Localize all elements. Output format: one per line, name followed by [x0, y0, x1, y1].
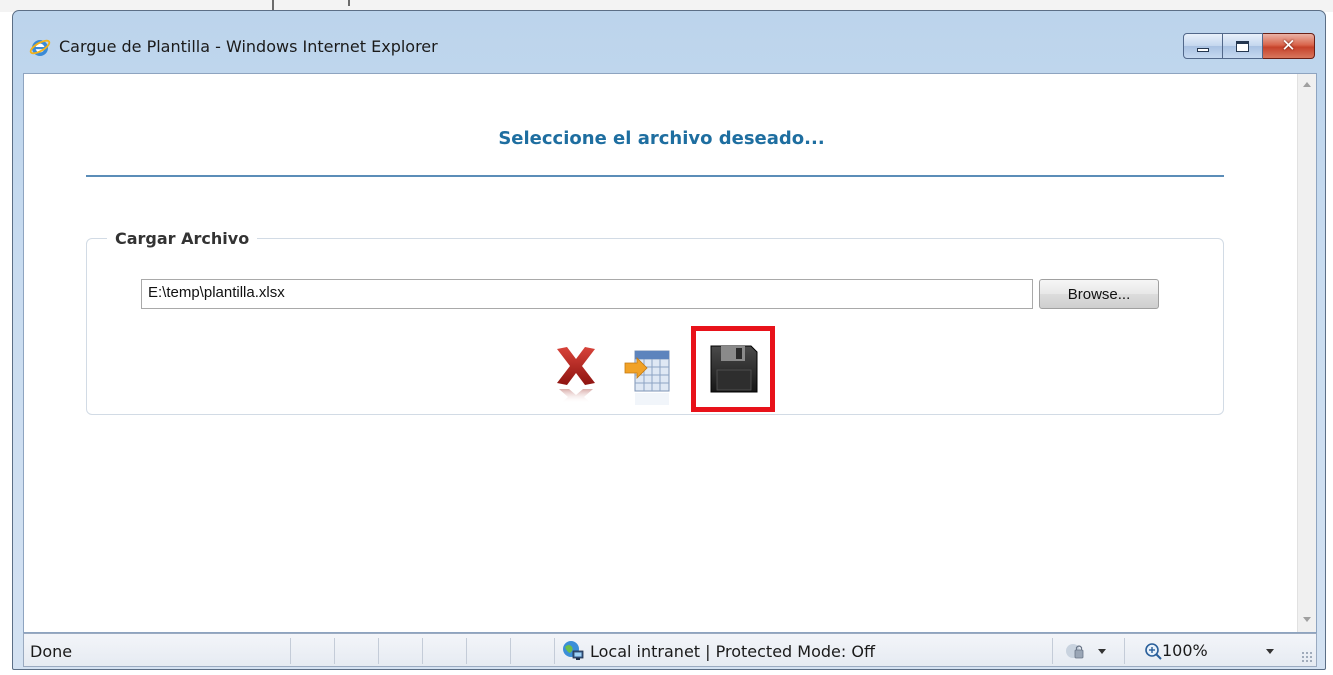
status-separator: [334, 638, 335, 664]
internet-explorer-icon: [29, 39, 51, 56]
table-arrow-icon[interactable]: [623, 349, 673, 407]
status-separator: [510, 638, 511, 664]
scroll-up-icon[interactable]: [1303, 82, 1311, 87]
page-content: Seleccione el archivo deseado... Cargar …: [23, 73, 1317, 633]
vertical-scrollbar[interactable]: [1297, 74, 1316, 632]
minimize-button[interactable]: [1183, 33, 1223, 59]
zoom-icon[interactable]: [1144, 642, 1162, 660]
save-highlight-box: [691, 326, 775, 412]
zoom-level[interactable]: 100%: [1162, 641, 1208, 660]
status-separator: [378, 638, 379, 664]
security-dropdown-icon[interactable]: [1098, 649, 1106, 654]
resize-grip[interactable]: [1301, 651, 1313, 663]
status-separator: [422, 638, 423, 664]
window-title: Cargue de Plantilla - Windows Internet E…: [59, 37, 438, 56]
ie-window: Cargue de Plantilla - Windows Internet E…: [12, 10, 1326, 670]
close-button[interactable]: ✕: [1263, 33, 1315, 59]
status-bar: Done Local intranet | Protected Mode: Of…: [23, 633, 1317, 667]
caption-buttons: ✕: [1183, 33, 1315, 59]
file-path-input[interactable]: E:\temp\plantilla.xlsx: [141, 279, 1033, 309]
desktop-mark: [348, 0, 350, 6]
security-zone-text: Local intranet | Protected Mode: Off: [590, 642, 875, 661]
status-separator: [1052, 638, 1053, 664]
minimize-icon: [1197, 48, 1209, 52]
page-heading: Seleccione el archivo deseado...: [498, 128, 825, 149]
status-text: Done: [30, 642, 73, 661]
status-separator: [554, 638, 555, 664]
scroll-down-icon[interactable]: [1303, 617, 1311, 622]
title-bar[interactable]: Cargue de Plantilla - Windows Internet E…: [13, 11, 1325, 77]
status-separator: [1124, 638, 1125, 664]
red-x-icon[interactable]: [551, 345, 601, 405]
local-intranet-icon[interactable]: [562, 640, 584, 662]
upload-fieldset: Cargar Archivo E:\temp\plantilla.xlsx Br…: [86, 229, 1224, 415]
desktop-mark: [272, 0, 274, 10]
fieldset-legend: Cargar Archivo: [107, 229, 258, 248]
status-separator: [466, 638, 467, 664]
heading-divider: [86, 175, 1224, 177]
close-icon: ✕: [1281, 35, 1296, 56]
protected-mode-icon[interactable]: [1064, 641, 1086, 661]
browse-button[interactable]: Browse...: [1039, 279, 1159, 309]
zoom-dropdown-icon[interactable]: [1266, 649, 1274, 654]
maximize-icon: [1236, 40, 1249, 52]
status-separator: [290, 638, 291, 664]
maximize-button[interactable]: [1223, 33, 1263, 59]
